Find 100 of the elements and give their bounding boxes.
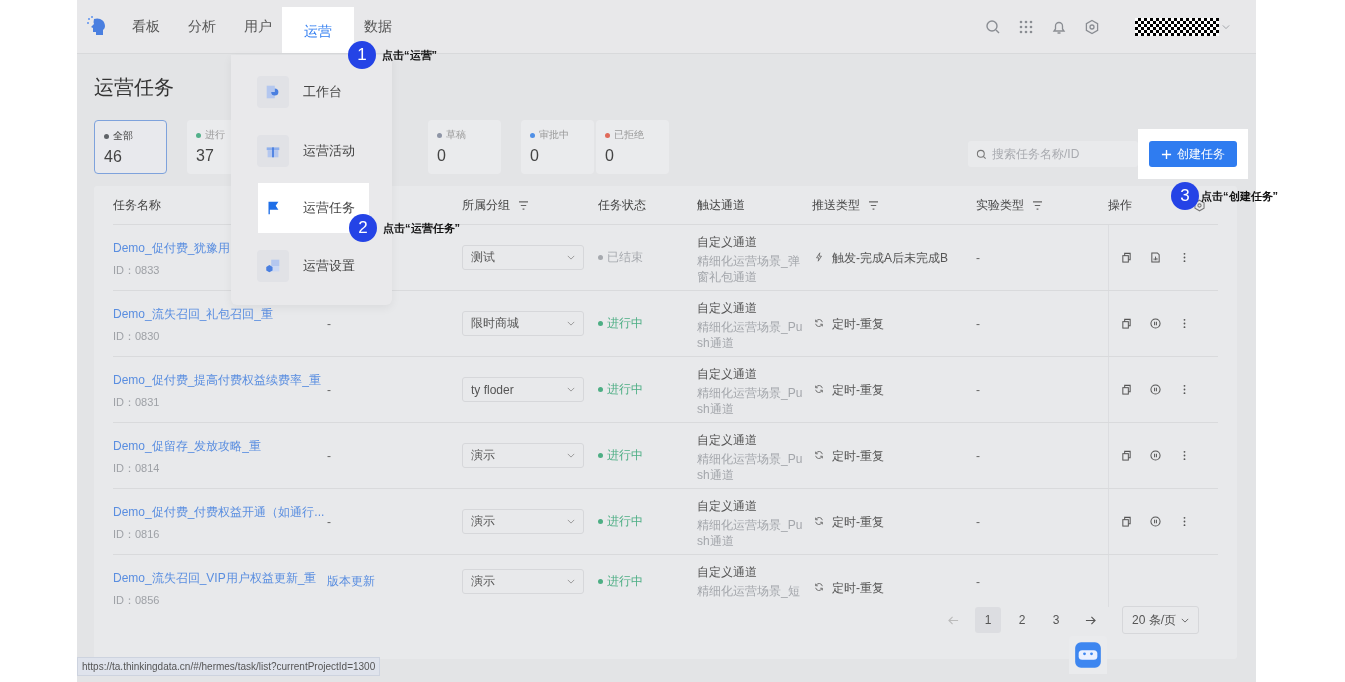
chevron-down-icon xyxy=(567,453,575,458)
copy-icon[interactable] xyxy=(1121,384,1132,395)
group-select[interactable]: 演示 xyxy=(462,509,584,534)
group-select[interactable]: 限时商城 xyxy=(462,311,584,336)
status-count: 37 xyxy=(196,147,215,165)
lightning-icon xyxy=(814,252,824,262)
chevron-down-icon xyxy=(567,519,575,524)
status-filter-card[interactable]: 已拒绝 0 xyxy=(596,120,669,174)
status-label: 草稿 xyxy=(446,128,466,142)
tag-text: - xyxy=(327,316,331,331)
channel-name: 自定义通道 xyxy=(697,498,757,515)
status-label: 进行 xyxy=(205,128,225,142)
pause-icon[interactable] xyxy=(1150,516,1161,527)
group-select[interactable]: 测试 xyxy=(462,245,584,270)
chevron-down-icon xyxy=(567,579,575,584)
task-id: ID：0831 xyxy=(113,395,160,410)
task-id: ID：0856 xyxy=(113,593,160,607)
status-filter-card[interactable]: 草稿 0 xyxy=(428,120,501,174)
status-count: 0 xyxy=(605,147,615,165)
push-type: 定时-重复 xyxy=(832,316,884,333)
channel-detail: 精细化运营场景_Push通道 xyxy=(697,319,804,351)
step-number-badge: 3 xyxy=(1171,182,1199,210)
refresh-icon xyxy=(814,516,824,526)
channel-detail: 精细化运营场景_Push通道 xyxy=(697,517,804,549)
menu-item[interactable]: 工作台 xyxy=(231,69,392,114)
settings-icon[interactable] xyxy=(1084,18,1100,35)
menu-item[interactable]: 运营设置 xyxy=(231,243,392,288)
chevron-down-icon xyxy=(567,321,575,326)
channel-detail: 精细化运营场景_Push通道 xyxy=(697,451,804,483)
channel-name: 自定义通道 xyxy=(697,366,757,383)
group-select[interactable]: ty floder xyxy=(462,377,584,402)
task-id: ID：0830 xyxy=(113,329,160,344)
search-icon[interactable] xyxy=(985,18,1001,35)
column-header: 触达通道 xyxy=(697,196,745,214)
refresh-icon xyxy=(814,450,824,460)
nav-tab[interactable]: 看板 xyxy=(118,11,174,42)
status-filter-card[interactable]: 审批中 0 xyxy=(521,120,594,174)
step-instruction: 点击“创建任务” xyxy=(1201,188,1278,204)
push-type: 定时-重复 xyxy=(832,580,884,597)
pause-icon[interactable] xyxy=(1150,450,1161,461)
status-count: 46 xyxy=(104,148,123,166)
next-page-icon[interactable] xyxy=(1085,614,1096,626)
status-label: 审批中 xyxy=(539,128,569,142)
plus-icon xyxy=(1161,148,1172,160)
status-filter-card[interactable]: 全部 46 xyxy=(94,120,167,174)
page-number[interactable]: 3 xyxy=(1043,607,1069,633)
copy-icon[interactable] xyxy=(1121,318,1132,329)
experiment-type: - xyxy=(976,316,980,331)
channel-name: 自定义通道 xyxy=(697,234,757,251)
chat-bot-button[interactable] xyxy=(1074,641,1102,669)
step-instruction: 点击“运营任务” xyxy=(383,220,460,236)
page-number[interactable]: 1 xyxy=(975,607,1001,633)
channel-detail: 精细化运营场景_Push通道 xyxy=(697,385,804,417)
copy-icon[interactable] xyxy=(1121,450,1132,461)
nav-tab[interactable]: 运营 xyxy=(282,7,354,53)
column-header: 操作 xyxy=(1108,196,1132,214)
channel-detail: 精细化运营场景_弹窗礼包通道 xyxy=(697,253,801,285)
redacted-user-name[interactable] xyxy=(1135,17,1219,36)
link-url-status-bar: https://ta.thinkingdata.cn/#/hermes/task/list?currentProjectId=1300 xyxy=(77,657,381,676)
chevron-down-icon xyxy=(1181,617,1189,623)
chart-document-icon[interactable] xyxy=(1150,252,1161,263)
task-status: 已结束 xyxy=(607,249,643,266)
status-label: 全部 xyxy=(113,129,133,143)
column-header: 任务状态 xyxy=(598,196,646,214)
apps-grid-icon[interactable] xyxy=(1018,18,1034,35)
pause-icon[interactable] xyxy=(1150,318,1161,329)
channel-name: 自定义通道 xyxy=(697,564,757,581)
status-count: 0 xyxy=(530,147,540,165)
push-type: 触发-完成A后未完成B xyxy=(832,250,948,267)
group-select[interactable]: 演示 xyxy=(462,443,584,468)
push-type: 定时-重复 xyxy=(832,382,884,399)
task-status: 进行中 xyxy=(607,573,643,590)
nav-tab[interactable]: 分析 xyxy=(174,11,230,42)
copy-icon[interactable] xyxy=(1121,516,1132,527)
column-header: 推送类型 xyxy=(812,196,860,214)
create-task-button[interactable]: 创建任务 xyxy=(1149,141,1237,167)
page-number[interactable]: 2 xyxy=(1009,607,1035,633)
task-id: ID：0814 xyxy=(113,461,160,476)
pause-icon[interactable] xyxy=(1150,384,1161,395)
filter-icon[interactable] xyxy=(1032,200,1043,210)
search-field[interactable]: 搜索任务名称/ID xyxy=(968,141,1138,167)
column-header: 任务名称 xyxy=(113,196,161,214)
filter-icon[interactable] xyxy=(868,200,879,210)
task-status: 进行中 xyxy=(607,381,643,398)
channel-name: 自定义通道 xyxy=(697,432,757,449)
status-count: 0 xyxy=(437,147,447,165)
tag-text: - xyxy=(327,448,331,463)
task-id: ID：0833 xyxy=(113,263,160,278)
tag-text: - xyxy=(327,514,331,529)
column-header: 实验类型 xyxy=(976,196,1024,214)
experiment-type: - xyxy=(976,574,980,589)
push-type: 定时-重复 xyxy=(832,448,884,465)
page-title: 运营任务 xyxy=(94,75,174,100)
experiment-type: - xyxy=(976,382,980,397)
page-size-select[interactable]: 20 条/页 xyxy=(1122,606,1199,634)
tag-text: - xyxy=(327,382,331,397)
filter-icon[interactable] xyxy=(518,200,529,210)
copy-icon[interactable] xyxy=(1121,252,1132,263)
group-select[interactable]: 演示 xyxy=(462,569,584,594)
task-id: ID：0816 xyxy=(113,527,160,542)
